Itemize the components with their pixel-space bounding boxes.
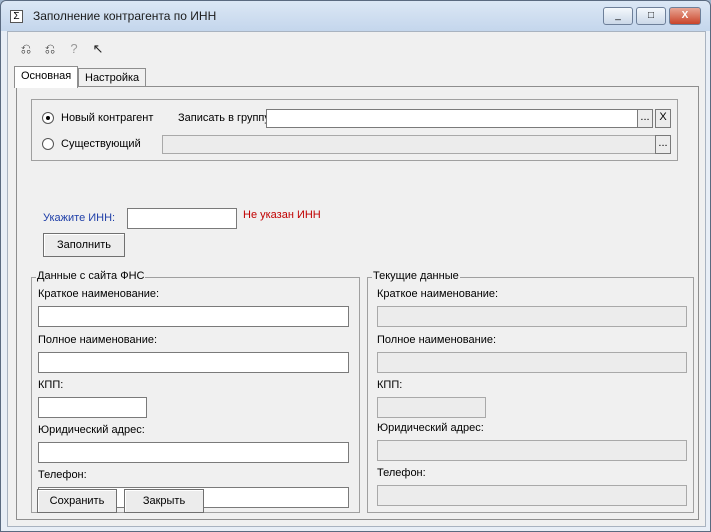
tab-panel-main: Новый контрагент Записать в группу: ... …: [16, 86, 699, 520]
group-field[interactable]: [266, 109, 638, 128]
app-icon: Σ: [10, 10, 23, 23]
current-data-title: Текущие данные: [372, 270, 460, 282]
tab-settings[interactable]: Настройка: [78, 68, 147, 88]
current-short-name-label: Краткое наименование:: [377, 288, 499, 300]
current-full-name-label: Полное наименование:: [377, 334, 497, 346]
inn-field[interactable]: [127, 208, 237, 229]
current-full-name-input: [378, 353, 686, 372]
tab-main[interactable]: Основная: [14, 66, 79, 88]
existing-counterparty-field[interactable]: [162, 135, 656, 154]
fns-kpp-field[interactable]: [38, 397, 147, 418]
fns-address-field[interactable]: [38, 442, 349, 463]
fns-address-input[interactable]: [39, 443, 348, 462]
window-title: Заполнение контрагента по ИНН: [33, 9, 217, 23]
fns-full-name-label: Полное наименование:: [38, 334, 158, 346]
current-data-group: Текущие данные Краткое наименование: Пол…: [367, 270, 694, 513]
existing-counterparty-radio[interactable]: [42, 138, 54, 150]
existing-counterparty-label: Существующий: [61, 138, 141, 150]
current-kpp-input: [378, 398, 485, 417]
edit-record-icon[interactable]: ⎌: [40, 40, 60, 58]
app-window: Σ Заполнение контрагента по ИНН _ □ X ⎌ …: [0, 0, 711, 532]
fill-button[interactable]: Заполнить: [43, 233, 125, 257]
fns-full-name-field[interactable]: [38, 352, 349, 373]
help-icon: ?: [70, 41, 78, 56]
group-input[interactable]: [267, 110, 637, 127]
fns-short-name-label: Краткое наименование:: [38, 288, 160, 300]
current-short-name-input: [378, 307, 686, 326]
current-short-name-field: [377, 306, 687, 327]
group-browse-button[interactable]: ...: [637, 109, 653, 128]
current-address-label: Юридический адрес:: [377, 422, 484, 434]
title-bar[interactable]: Σ Заполнение контрагента по ИНН _ □ X: [1, 1, 710, 31]
new-counterparty-label: Новый контрагент: [61, 112, 154, 124]
fns-data-group: Данные с сайта ФНС Краткое наименование:…: [31, 270, 360, 513]
inn-input[interactable]: [128, 209, 236, 228]
current-address-field: [377, 440, 687, 461]
group-clear-button[interactable]: X: [655, 109, 671, 128]
current-phone-field: [377, 485, 687, 506]
inn-error-text: Не указан ИНН: [243, 209, 321, 221]
close-window-button[interactable]: X: [669, 7, 701, 25]
maximize-button[interactable]: □: [636, 7, 666, 25]
minimize-button[interactable]: _: [603, 7, 633, 25]
fns-kpp-label: КПП:: [38, 379, 64, 391]
current-kpp-label: КПП:: [377, 379, 403, 391]
fns-address-label: Юридический адрес:: [38, 424, 145, 436]
mode-group: Новый контрагент Записать в группу: ... …: [31, 99, 678, 161]
fns-short-name-input[interactable]: [39, 307, 348, 326]
existing-browse-button[interactable]: ...: [655, 135, 671, 154]
fns-full-name-input[interactable]: [39, 353, 348, 372]
close-button[interactable]: Закрыть: [124, 489, 204, 513]
context-help-icon[interactable]: ↖: [88, 40, 108, 58]
current-address-input: [378, 441, 686, 460]
new-counterparty-radio[interactable]: [42, 112, 54, 124]
inn-label: Укажите ИНН:: [43, 212, 116, 224]
current-phone-input: [378, 486, 686, 505]
add-record-icon[interactable]: ⎌: [16, 40, 36, 58]
fns-data-title: Данные с сайта ФНС: [36, 270, 146, 282]
current-full-name-field: [377, 352, 687, 373]
fns-phone-label: Телефон:: [38, 469, 87, 481]
fns-kpp-input[interactable]: [39, 398, 146, 417]
fns-short-name-field[interactable]: [38, 306, 349, 327]
client-area: ⎌ ⎌ ? ↖ Основная Настройка Новый контраг…: [7, 31, 706, 527]
current-phone-label: Телефон:: [377, 467, 426, 479]
existing-counterparty-input[interactable]: [163, 136, 655, 153]
current-kpp-field: [377, 397, 486, 418]
group-label: Записать в группу:: [178, 112, 273, 124]
save-button[interactable]: Сохранить: [37, 489, 117, 513]
